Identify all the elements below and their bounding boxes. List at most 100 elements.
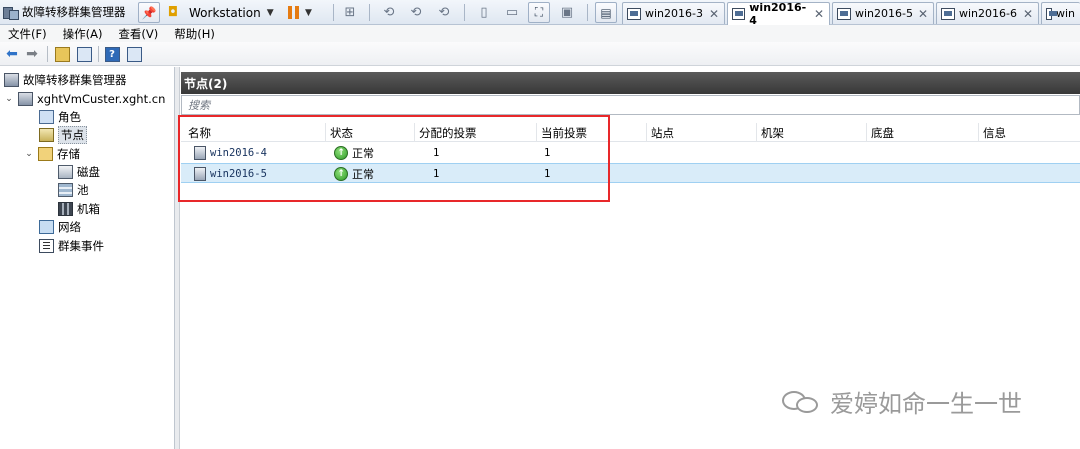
tab-label: win2016-4 — [749, 1, 807, 27]
annotation-highlight-box — [178, 115, 610, 202]
wechat-icon — [782, 387, 822, 415]
chevron-down-icon: ▼ — [305, 7, 312, 18]
storage-icon — [38, 147, 53, 161]
close-icon[interactable]: ✕ — [1023, 7, 1033, 21]
vmware-toolbar: 故障转移群集管理器 📌 ◘ Workstation ▼ ▼ ⊞ ⟲ ⟲ ⟲ ▯ … — [0, 0, 1080, 27]
tree-root[interactable]: 故障转移群集管理器 — [4, 71, 127, 89]
sidebar-icon: ▯ — [480, 5, 488, 20]
menu-file[interactable]: 文件(F) — [0, 26, 55, 42]
search-input[interactable]: 搜索 — [181, 95, 1080, 115]
snapshot-icon: ⟲ — [383, 5, 395, 20]
toolbar-separator — [587, 4, 588, 21]
tree-item-label: 节点 — [58, 126, 87, 144]
up-level-button[interactable] — [54, 46, 70, 62]
library-button[interactable]: ▤ — [595, 2, 617, 23]
thumbnail-icon: ▭ — [505, 5, 519, 20]
sidebar-item-networks[interactable]: 网络 — [39, 218, 81, 236]
thumbnail-button[interactable]: ▭ — [501, 2, 523, 23]
tree-cluster[interactable]: ⌄ xghtVmCuster.xght.cn — [4, 90, 165, 108]
column-info[interactable]: 信息 — [979, 123, 1080, 142]
network-icon — [39, 220, 54, 234]
disk-icon — [58, 165, 73, 179]
pin-icon: 📌 — [141, 5, 157, 20]
tab-win2016-3[interactable]: win2016-3 ✕ — [622, 2, 725, 24]
tree-item-label: 群集事件 — [58, 239, 104, 253]
sidebar-item-storage[interactable]: ⌄ 存储 — [24, 145, 80, 163]
chevron-down-icon[interactable]: ⌄ — [4, 94, 14, 104]
watermark: 爱婷如命一生一世 — [782, 384, 1022, 418]
menu-action[interactable]: 操作(A) — [55, 26, 111, 42]
fullscreen-icon: ⛶ — [534, 5, 544, 19]
sidebar-item-roles[interactable]: 角色 — [39, 108, 81, 126]
cluster-manager-icon — [2, 5, 19, 20]
revert-snapshot-button[interactable]: ⟲ — [405, 2, 427, 23]
close-icon[interactable]: ✕ — [918, 7, 928, 21]
events-icon — [39, 239, 54, 253]
tab-label: win2016-5 — [855, 7, 913, 20]
show-hide-tree-button[interactable] — [76, 46, 92, 62]
pane-title: 节点(2) — [181, 72, 1080, 94]
column-chassis[interactable]: 底盘 — [867, 123, 979, 142]
sidebar-item-disks[interactable]: 磁盘 — [58, 163, 100, 181]
cluster-manager-icon — [4, 73, 19, 87]
cluster-icon — [18, 92, 33, 106]
folder-up-icon — [54, 46, 70, 62]
toolbar-separator — [369, 4, 370, 21]
back-button[interactable]: ⬅ — [4, 46, 20, 62]
column-site[interactable]: 站点 — [647, 123, 757, 142]
toolbar-separator — [47, 46, 48, 62]
menu-bar: 文件(F) 操作(A) 查看(V) 帮助(H) — [0, 25, 1080, 42]
pause-icon — [288, 6, 299, 19]
sidebar-toggle-button[interactable]: ▯ — [473, 2, 495, 23]
snapshot-button[interactable]: ⟲ — [378, 2, 400, 23]
tree-item-label: 机箱 — [77, 202, 100, 216]
tree-cluster-label: xghtVmCuster.xght.cn — [37, 92, 166, 106]
tree-item-label: 存储 — [57, 147, 80, 161]
sidebar-item-pools[interactable]: 池 — [58, 181, 89, 199]
show-action-pane-button[interactable] — [126, 46, 142, 62]
send-ctrl-alt-del-button[interactable]: ⊞ — [339, 2, 361, 23]
sidebar-item-cluster-events[interactable]: 群集事件 — [39, 237, 104, 255]
sidebar-item-nodes[interactable]: 节点 — [39, 126, 87, 144]
tab-win2016-6[interactable]: win2016-6 ✕ — [936, 2, 1039, 24]
help-button[interactable]: ? — [104, 46, 120, 62]
tab-win-overflow[interactable]: win — [1041, 2, 1080, 24]
vm-icon — [941, 7, 955, 20]
chevron-down-icon: ▼ — [266, 7, 274, 18]
fullscreen-button[interactable]: ⛶ — [528, 2, 550, 23]
mmc-toolbar: ⬅ ➡ ? — [0, 42, 1080, 66]
tab-win2016-4[interactable]: win2016-4 ✕ — [727, 1, 830, 27]
vm-library-label: Workstation — [189, 5, 261, 20]
chevron-down-icon[interactable]: ⌄ — [24, 149, 34, 159]
enclosure-icon — [58, 202, 73, 216]
toolbar-separator — [333, 4, 334, 21]
pin-button[interactable]: 📌 — [138, 2, 160, 23]
vm-library-dropdown[interactable]: Workstation ▼ — [186, 2, 274, 23]
network-icon: ⊞ — [344, 5, 356, 20]
toolbar-separator — [464, 4, 465, 21]
window-title-text: 故障转移群集管理器 — [22, 5, 126, 19]
forward-button[interactable]: ➡ — [24, 46, 40, 62]
tree-item-label: 池 — [77, 183, 89, 197]
vm-icon — [1046, 7, 1057, 20]
menu-view[interactable]: 查看(V) — [110, 26, 166, 42]
roles-icon — [39, 110, 54, 124]
revert-icon: ⟲ — [410, 5, 422, 20]
tree-root-label: 故障转移群集管理器 — [23, 73, 127, 87]
unity-button[interactable]: ▣ — [556, 2, 578, 23]
column-rack[interactable]: 机架 — [757, 123, 867, 142]
tab-label: win — [1055, 7, 1075, 20]
tab-win2016-5[interactable]: win2016-5 ✕ — [832, 2, 934, 24]
console-tree-icon — [76, 46, 92, 62]
tree-item-label: 网络 — [58, 220, 81, 234]
close-icon[interactable]: ✕ — [709, 7, 719, 21]
close-icon[interactable]: ✕ — [814, 7, 824, 21]
snapshot-manager-button[interactable]: ⟲ — [433, 2, 455, 23]
menu-help[interactable]: 帮助(H) — [166, 26, 223, 42]
arrow-right-icon: ➡ — [26, 46, 38, 62]
pause-button[interactable]: ▼ — [285, 2, 325, 23]
sidebar-item-enclosures[interactable]: 机箱 — [58, 200, 100, 218]
tree-item-label: 磁盘 — [77, 165, 100, 179]
pool-icon — [58, 183, 73, 197]
tree-item-label: 角色 — [58, 110, 81, 124]
